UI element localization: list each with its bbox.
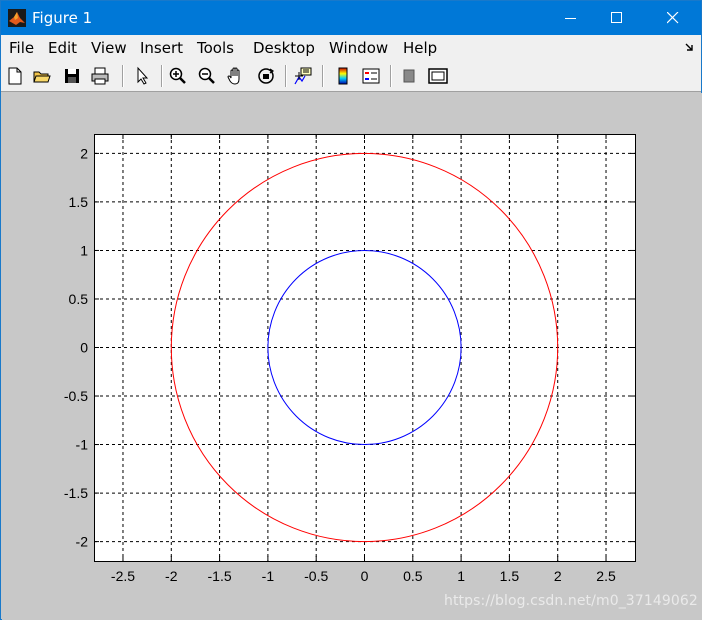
x-tick-label: 1.5 [500,568,520,584]
y-tick-label: -1 [76,437,89,453]
menu-help[interactable]: Help [403,39,437,57]
figure-canvas[interactable]: -2.5 -2 -1.5 -1 -0.5 0 0.5 1 1.5 2 2.5 2 1.5 1 0.5 0 -0.… [2,93,702,620]
print-icon[interactable] [90,66,110,86]
pan-hand-icon[interactable] [226,66,246,86]
y-tick-label: 0.5 [69,291,89,307]
toolbar-separator [390,65,392,87]
menu-edit[interactable]: Edit [48,39,77,57]
toolbar-separator [161,65,163,87]
menu-bar: File Edit View Insert Tools Desktop Wind… [1,35,701,60]
minimize-icon [565,18,576,19]
x-tick-label: 0 [361,568,369,584]
data-cursor-icon[interactable] [293,66,313,86]
close-button[interactable] [647,1,699,35]
menu-edit-label: Edit [48,39,78,57]
matlab-logo-icon [8,9,26,27]
x-tick-label: 2.5 [596,568,616,584]
zoom-in-icon[interactable] [168,66,188,86]
y-tick-label: -0.5 [64,388,88,404]
menu-view-label: View [91,39,127,57]
y-tick-label: -1.5 [64,485,88,501]
figure-toolbar [1,60,701,92]
edit-plot-arrow-icon[interactable] [132,66,152,86]
y-tick-label: 2 [80,145,88,161]
figure-window: Figure 1 File Edit View Insert Tools Des… [0,0,702,620]
maximize-button[interactable] [591,1,643,35]
show-plot-tools-icon[interactable] [428,66,448,86]
x-tick-label: -0.5 [304,568,328,584]
menu-insert-label: Insert [140,39,184,57]
watermark-text: https://blog.csdn.net/m0_37149062 [444,593,698,609]
x-tick-label: 1 [457,568,465,584]
menu-desktop[interactable]: Desktop [253,39,315,57]
legend-icon[interactable] [361,66,381,86]
menu-insert[interactable]: Insert [140,39,183,57]
close-icon [667,12,679,24]
title-bar[interactable]: Figure 1 [1,1,701,35]
y-tick-label: 1.5 [69,194,89,210]
menu-tools-label: Tools [197,39,234,57]
x-tick-label: -2.5 [111,568,135,584]
hide-plot-tools-icon[interactable] [399,66,419,86]
colorbar-icon[interactable] [333,66,353,86]
menu-file-label: File [9,39,35,57]
y-tick-label: 0 [80,340,88,356]
menu-file[interactable]: File [9,39,34,57]
menu-view[interactable]: View [91,39,127,57]
menu-help-label: Help [403,39,438,57]
zoom-out-icon[interactable] [197,66,217,86]
menu-window-label: Window [329,39,389,57]
dock-arrow-icon[interactable] [685,42,695,52]
x-tick-label: -2 [165,568,178,584]
x-tick-label: -1.5 [208,568,232,584]
maximize-icon [611,12,622,23]
rotate-3d-icon[interactable] [256,66,276,86]
y-tick-label: -2 [76,534,89,550]
toolbar-separator [285,65,287,87]
toolbar-separator [322,65,324,87]
y-tick-label: 1 [80,242,88,258]
minimize-button[interactable] [545,1,597,35]
x-tick-label: -1 [262,568,275,584]
plot-svg[interactable]: -2.5 -2 -1.5 -1 -0.5 0 0.5 1 1.5 2 2.5 2 1.5 1 0.5 0 -0.… [2,93,702,620]
x-tick-label: 2 [554,568,562,584]
window-title: Figure 1 [32,9,93,27]
save-icon[interactable] [62,66,82,86]
new-figure-icon[interactable] [5,66,25,86]
menu-tools[interactable]: Tools [197,39,234,57]
menu-desktop-label: Desktop [253,39,315,57]
x-tick-label: 0.5 [403,568,423,584]
open-file-icon[interactable] [32,66,52,86]
menu-window[interactable]: Window [329,39,388,57]
toolbar-separator [122,65,124,87]
